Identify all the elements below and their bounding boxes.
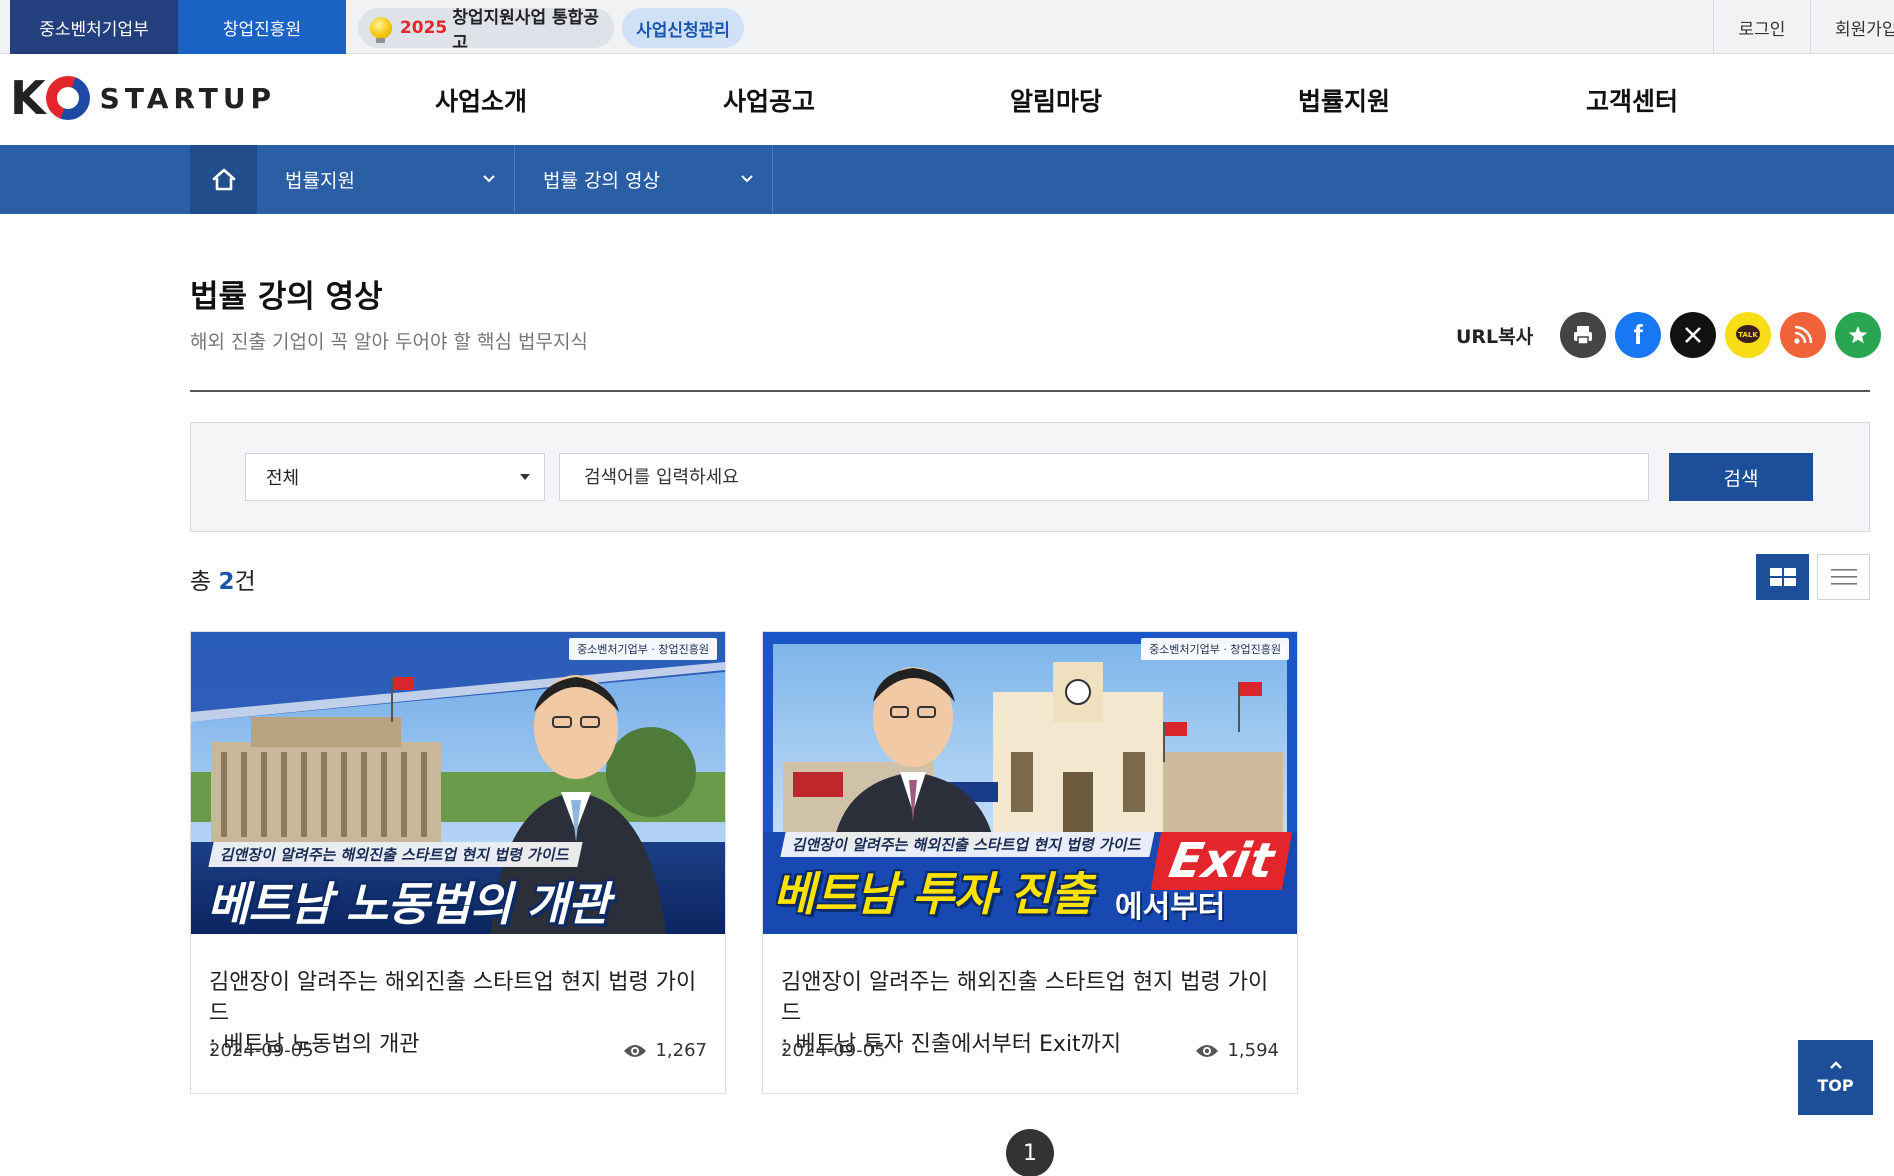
gnb-notice[interactable]: 알림마당 (956, 54, 1156, 145)
svg-text:TALK: TALK (1738, 331, 1758, 339)
taeguk-logo-icon (45, 76, 90, 120)
search-input[interactable] (559, 453, 1649, 501)
site-header: K STARTUP 사업소개 사업공고 알림마당 법률지원 고객센터 (0, 54, 1894, 145)
page-description: 해외 진출 기업이 꼭 알아 두어야 할 핵심 법무지식 (190, 331, 588, 353)
eye-icon (1196, 1044, 1219, 1057)
join-link[interactable]: 회원가입 (1810, 0, 1894, 54)
agency-tab[interactable]: 창업진흥원 (178, 0, 346, 54)
login-link[interactable]: 로그인 (1713, 0, 1810, 54)
gnb-about[interactable]: 사업소개 (381, 54, 581, 145)
logo-k: K (10, 71, 46, 125)
total-number: 2 (218, 569, 235, 595)
grid-view-button[interactable] (1756, 554, 1809, 600)
thumbnail-caption: 김앤장이 알려주는 해외진출 스타트업 현지 법령 가이드 (208, 842, 583, 867)
search-panel: 전체 검색 (190, 422, 1870, 532)
star-icon[interactable] (1835, 312, 1882, 358)
scroll-top-button[interactable]: TOP (1798, 1040, 1873, 1115)
search-type-select[interactable]: 전체 (245, 453, 545, 501)
integrated-notice-link[interactable]: 2025 창업지원사업 통합공고 (358, 8, 614, 53)
depth1-select[interactable]: 법률지원 (257, 145, 515, 214)
rss-icon[interactable] (1780, 312, 1827, 358)
kstartup-logo[interactable]: K STARTUP (10, 68, 276, 128)
facebook-icon[interactable]: f (1615, 312, 1662, 358)
gnb-customer-center[interactable]: 고객센터 (1532, 54, 1732, 145)
notice-year: 2025 (399, 18, 448, 38)
card-title-line1: 김앤장이 알려주는 해외진출 스타트업 현지 법령 가이드 (781, 970, 1269, 1026)
chevron-up-icon (1829, 1061, 1842, 1069)
thumbnail-headline-suffix: 에서부터 (1115, 890, 1226, 925)
x-icon[interactable] (1670, 312, 1717, 358)
apply-manage-link[interactable]: 사업신청관리 (622, 8, 744, 48)
caret-down-icon (520, 474, 530, 480)
thumbnail-badge: 중소벤처기업부 · 창업진흥원 (569, 638, 717, 660)
kakaotalk-icon[interactable]: TALK (1725, 312, 1772, 358)
url-copy-button[interactable]: URL복사 (1456, 322, 1533, 349)
total-count: 총 2건 (190, 562, 256, 596)
card-views-count: 1,267 (655, 1040, 707, 1061)
card-views-count: 1,594 (1227, 1040, 1279, 1061)
total-prefix: 총 (190, 569, 212, 595)
card-views: 1,594 (1195, 1040, 1279, 1061)
chevron-down-icon (483, 175, 495, 183)
gnb-legal-support[interactable]: 법률지원 (1244, 54, 1444, 145)
depth1-label: 법률지원 (285, 170, 355, 192)
list-view-button[interactable] (1817, 554, 1870, 600)
share-bar: URL복사 f TALK (1456, 312, 1882, 358)
home-icon (212, 168, 235, 190)
logo-word: STARTUP (99, 81, 277, 115)
title-divider (190, 390, 1870, 392)
thumbnail-headline: 베트남 투자 진출 (773, 867, 1093, 921)
depth2-select[interactable]: 법률 강의 영상 (515, 145, 773, 214)
thumbnail-caption: 김앤장이 알려주는 해외진출 스타트업 현지 법령 가이드 (780, 832, 1155, 857)
card-date: 2024-09-05 (209, 1040, 314, 1061)
utility-bar: 중소벤처기업부 창업진흥원 2025 창업지원사업 통합공고 사업신청관리 로그… (0, 0, 1894, 54)
page-title: 법률 강의 영상 (190, 279, 383, 315)
search-button[interactable]: 검색 (1669, 453, 1813, 501)
video-card[interactable]: 중소벤처기업부 · 창업진흥원 김앤장이 알려주는 해외진출 스타트업 현지 법… (762, 631, 1298, 1094)
list-icon (1830, 569, 1857, 585)
ministry-tab[interactable]: 중소벤처기업부 (10, 0, 178, 54)
top-label: TOP (1817, 1076, 1854, 1095)
print-icon[interactable] (1560, 312, 1607, 358)
search-type-value: 전체 (266, 468, 300, 489)
pagination-current-page[interactable]: 1 (1006, 1129, 1054, 1176)
card-title-line1: 김앤장이 알려주는 해외진출 스타트업 현지 법령 가이드 (209, 970, 697, 1026)
video-thumbnail: 중소벤처기업부 · 창업진흥원 김앤장이 알려주는 해외진출 스타트업 현지 법… (191, 632, 725, 934)
depth2-label: 법률 강의 영상 (543, 170, 660, 192)
total-suffix: 건 (234, 569, 256, 595)
card-views: 1,267 (623, 1040, 707, 1061)
thumbnail-badge: 중소벤처기업부 · 창업진흥원 (1141, 638, 1289, 660)
sub-navigation: 법률지원 법률 강의 영상 (0, 145, 1894, 214)
video-card[interactable]: 중소벤처기업부 · 창업진흥원 김앤장이 알려주는 해외진출 스타트업 현지 법… (190, 631, 726, 1094)
gnb-announcements[interactable]: 사업공고 (669, 54, 869, 145)
thumbnail-headline: 베트남 노동법의 개관 (207, 877, 610, 931)
lightbulb-icon (370, 17, 392, 43)
grid-icon (1769, 568, 1796, 586)
card-date: 2024-09-05 (781, 1040, 886, 1061)
eye-icon (624, 1044, 647, 1057)
video-thumbnail: 중소벤처기업부 · 창업진흥원 김앤장이 알려주는 해외진출 스타트업 현지 법… (763, 632, 1297, 934)
home-button[interactable] (190, 145, 257, 214)
notice-text: 창업지원사업 통합공고 (452, 8, 599, 53)
chevron-down-icon (741, 175, 753, 183)
